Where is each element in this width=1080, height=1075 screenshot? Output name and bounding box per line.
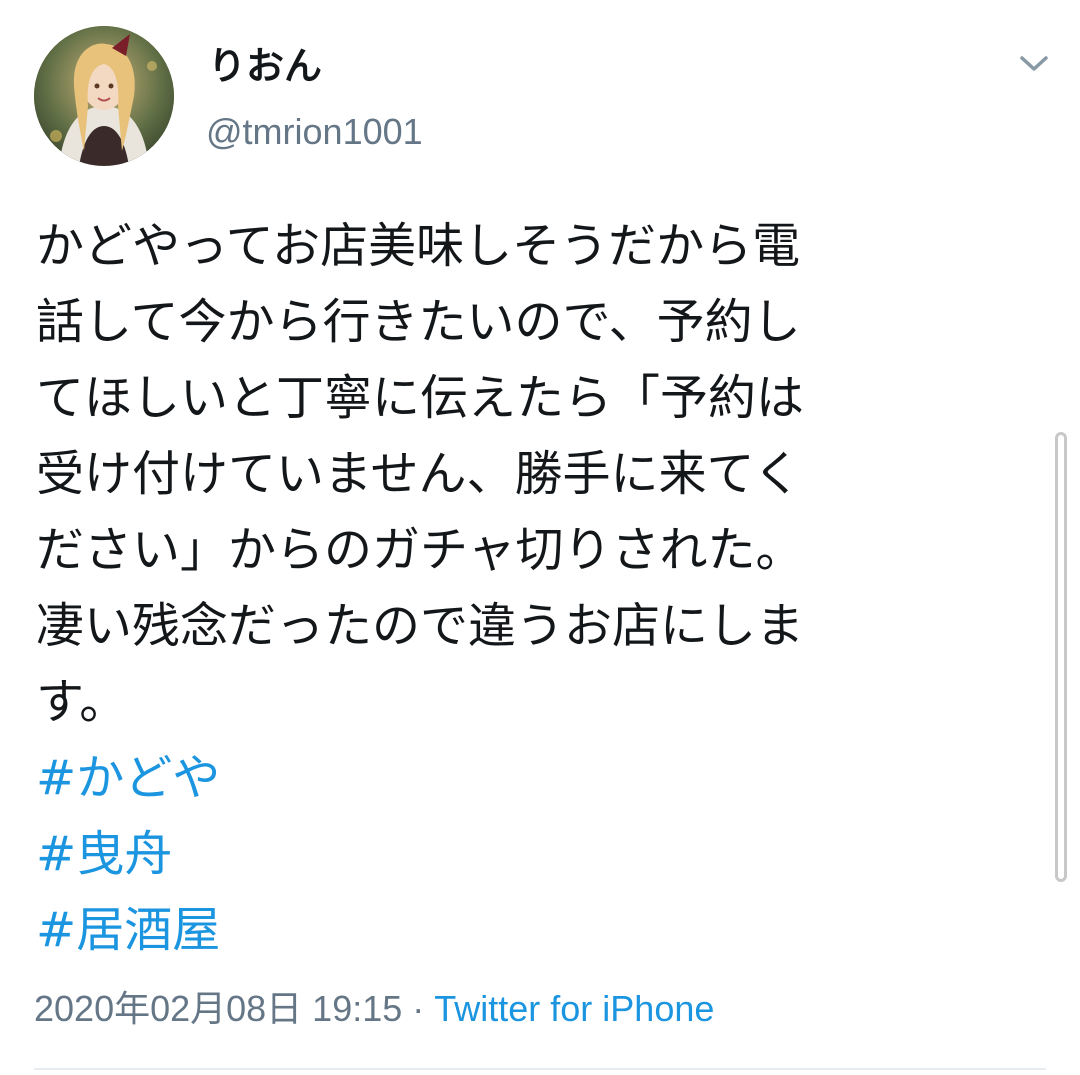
meta-separator: · xyxy=(402,988,435,1029)
tweet-text: かどやってお店美味しそうだから電 話して今から行きたいので、予約し てほしいと丁… xyxy=(36,208,1006,968)
hashtag-link[interactable]: #居酒屋 xyxy=(36,892,1006,968)
avatar[interactable] xyxy=(34,26,174,166)
chevron-down-icon[interactable] xyxy=(1014,48,1054,78)
avatar-image xyxy=(34,26,174,166)
tweet-text-line: す。 xyxy=(36,674,128,730)
tweet-meta: 2020年02月08日 19:15 · Twitter for iPhone xyxy=(34,984,714,1034)
tweet-container: りおん @tmrion1001 かどやってお店美味しそうだから電 話して今から行… xyxy=(0,0,1080,1075)
scrollbar[interactable] xyxy=(1055,432,1067,882)
hashtag-link[interactable]: #曳舟 xyxy=(36,816,1006,892)
display-name[interactable]: りおん xyxy=(208,40,322,92)
user-handle[interactable]: @tmrion1001 xyxy=(206,108,423,156)
divider xyxy=(34,1068,1046,1070)
tweet-text-line: てほしいと丁寧に伝えたら「予約は xyxy=(36,370,805,426)
hashtag-link[interactable]: #かどや xyxy=(36,740,1006,816)
tweet-text-line: かどやってお店美味しそうだから電 xyxy=(36,218,801,274)
tweet-text-line: 受け付けていません、勝手に来てく xyxy=(36,446,802,502)
tweet-text-line: ださい」からのガチャ切りされた。 xyxy=(36,522,804,578)
tweet-timestamp[interactable]: 2020年02月08日 19:15 xyxy=(34,988,402,1029)
tweet-text-line: 話して今から行きたいので、予約し xyxy=(36,294,801,350)
tweet-text-line: 凄い残念だったので違うお店にしま xyxy=(36,598,805,654)
tweet-source-link[interactable]: Twitter for iPhone xyxy=(434,988,714,1029)
